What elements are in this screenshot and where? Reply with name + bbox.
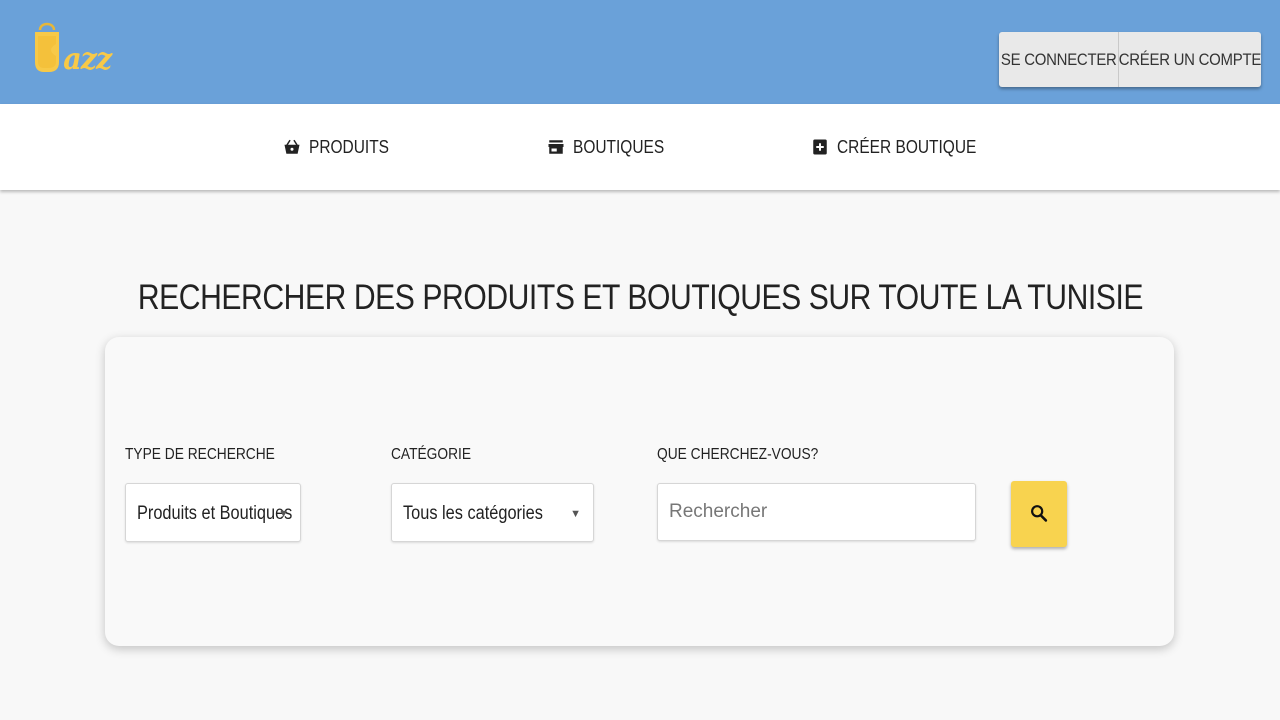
logo-text: azz bbox=[63, 42, 112, 77]
search-button[interactable] bbox=[1011, 481, 1067, 547]
store-icon bbox=[548, 140, 564, 154]
basket-icon bbox=[284, 139, 300, 154]
category-select[interactable]: Tous les catégories ▼ bbox=[391, 483, 594, 542]
nav-item-label: BOUTIQUES bbox=[573, 136, 665, 157]
page-title: RECHERCHER DES PRODUITS ET BOUTIQUES SUR… bbox=[0, 278, 1280, 318]
nav-item-create-shop[interactable]: CRÉER BOUTIQUE bbox=[811, 104, 999, 190]
category-value: Tous les catégories bbox=[403, 503, 543, 524]
site-logo[interactable]: azz bbox=[32, 14, 122, 77]
category-label-text: CATÉGORIE bbox=[391, 446, 472, 463]
login-button-label: SE CONNECTER bbox=[1000, 49, 1117, 69]
top-bar: azz SE CONNECTER CRÉER UN COMPTE bbox=[0, 0, 1280, 104]
search-type-label: TYPE DE RECHERCHE bbox=[125, 446, 299, 464]
search-type-select[interactable]: Produits et Boutiques ▼ bbox=[125, 483, 301, 542]
page-title-text: RECHERCHER DES PRODUITS ET BOUTIQUES SUR… bbox=[137, 278, 1143, 317]
chevron-down-icon: ▼ bbox=[278, 508, 289, 520]
auth-button-group: SE CONNECTER CRÉER UN COMPTE bbox=[999, 32, 1261, 87]
category-label: CATÉGORIE bbox=[391, 446, 484, 464]
register-button[interactable]: CRÉER UN COMPTE bbox=[1118, 32, 1262, 87]
search-type-label-text: TYPE DE RECHERCHE bbox=[125, 446, 275, 463]
shopping-bag-icon bbox=[35, 22, 59, 72]
main-nav: PRODUITS BOUTIQUES CRÉER BOUTIQUE bbox=[0, 104, 1280, 190]
login-button[interactable]: SE CONNECTER bbox=[999, 32, 1119, 87]
chevron-down-icon: ▼ bbox=[570, 508, 581, 520]
nav-item-label: PRODUITS bbox=[309, 136, 389, 157]
search-input[interactable] bbox=[657, 483, 976, 541]
nav-item-shops[interactable]: BOUTIQUES bbox=[547, 104, 679, 190]
query-label-text: QUE CHERCHEZ-VOUS? bbox=[657, 446, 819, 463]
register-button-label: CRÉER UN COMPTE bbox=[1118, 49, 1262, 69]
add-box-icon bbox=[813, 139, 827, 155]
search-icon bbox=[1031, 505, 1048, 522]
nav-item-products[interactable]: PRODUITS bbox=[283, 104, 402, 190]
search-type-value: Produits et Boutiques bbox=[137, 503, 293, 524]
query-label: QUE CHERCHEZ-VOUS? bbox=[657, 446, 845, 464]
nav-item-label: CRÉER BOUTIQUE bbox=[837, 136, 977, 157]
